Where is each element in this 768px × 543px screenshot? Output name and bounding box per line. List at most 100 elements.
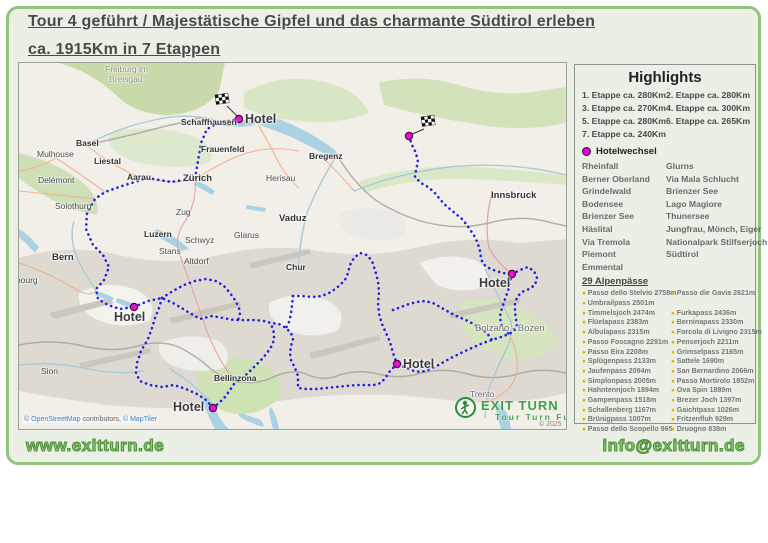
sights-list: Rheinfall Glurns Berner Oberland Via Mal… (582, 160, 748, 273)
pass-item: Furkapass 2436m (671, 309, 736, 319)
pass-item: Passo dello Scopello 965 (582, 425, 671, 435)
pass-item: Passo Foscagno 2291m (582, 338, 671, 348)
sight-row: Piemont Südtirol (582, 248, 748, 261)
etappe-row: 1. Etappe ca. 280Km 2. Etappe ca. 280Km (582, 89, 748, 102)
etappe-row: 3. Etappe ca. 270Km 4. Etappe ca. 300Km (582, 102, 748, 115)
sight-item: Jungfrau, Mönch, Eiger (666, 223, 762, 236)
logo-year: © 2025 (539, 421, 562, 428)
map-attribution: © OpenStreetMap contributors, © MapTiler (22, 416, 159, 423)
pass-item: Splügenpass 2133m (582, 357, 671, 367)
map-label-herisau: Herisau (266, 173, 295, 183)
tour-map: Freiburg im Breisgau Mulhouse Basel Lies… (18, 62, 567, 430)
etappe-item: 4. Etappe ca. 300Km (666, 102, 750, 115)
hotel-label: Hotel (173, 400, 204, 414)
sight-item: Brienzer See (666, 185, 718, 198)
attribution-text: contributors, (82, 416, 121, 423)
sight-item: Nationalpark Stilfserjoch (666, 236, 767, 249)
map-label-fribourg: Fribourg (18, 275, 38, 285)
pass-item: Simplonpass 2005m (582, 377, 671, 387)
sight-item: Rheinfall (582, 160, 666, 173)
sight-item: Emmental (582, 261, 666, 274)
pass-row: Passo dello Scopello 965 Druogno 838m (582, 425, 748, 435)
pass-item: Umbrailpass 2501m (582, 299, 671, 309)
highlights-panel: Highlights 1. Etappe ca. 280Km 2. Etappe… (574, 64, 756, 424)
pass-item: Flüelapass 2383m (582, 318, 671, 328)
map-label-bolzano: Bolzano - Bozen (475, 323, 545, 334)
pass-row: Hahntennjoch 1894m Ova Spin 1889m (582, 386, 748, 396)
pass-row: Timmelsjoch 2474m Furkapass 2436m (582, 309, 748, 319)
sight-item: Via Tremola (582, 236, 666, 249)
sight-item: Bodensee (582, 198, 666, 211)
pass-item: Hahntennjoch 1894m (582, 386, 671, 396)
pass-row: Simplonpass 2005m Passo Mortirolo 1852m (582, 377, 748, 387)
email-link[interactable]: info@exitturn.de (602, 436, 745, 456)
map-label-schaffhausen: Schaffhausen (181, 117, 237, 127)
etappe-item: 6. Etappe ca. 265Km (666, 115, 750, 128)
map-label-mulhouse: Mulhouse (37, 149, 74, 159)
sight-item: Brienzer See (582, 210, 666, 223)
map-label-breisgau: Breisgau (109, 74, 143, 84)
pass-item: Druogno 838m (671, 425, 726, 435)
passes-title: 29 Alpenpässe (582, 276, 748, 287)
map-graphic (19, 63, 566, 429)
pass-row: Splügenpass 2133m Sattele 1690m (582, 357, 748, 367)
map-label-innsbruck: Innsbruck (491, 190, 536, 201)
hotel-marker-icon (582, 147, 591, 156)
map-label-glarus: Glarus (234, 230, 259, 240)
pass-item: Jaufenpass 2094m (582, 367, 671, 377)
maptiler-link[interactable]: © MapTiler (123, 416, 157, 423)
exitturn-logo: EXIT TURN Tour Turn Fun © 2025 (455, 397, 567, 427)
exitturn-badge-icon (455, 397, 476, 418)
pass-row: Gampenpass 1518m Brezer Joch 1397m (582, 396, 748, 406)
pass-item: Timmelsjoch 2474m (582, 309, 671, 319)
pass-item: Forcola di Livigno 2315m (671, 328, 762, 338)
hotel-label: Hotel (403, 357, 434, 371)
pass-item: Passo Eira 2208m (582, 348, 671, 358)
sight-item: Häslital (582, 223, 666, 236)
etappe-item: 2. Etappe ca. 280Km (666, 89, 750, 102)
pass-item: San Bernardino 2066m (671, 367, 754, 377)
pass-item: Gampenpass 1518m (582, 396, 671, 406)
map-label-bern: Bern (52, 252, 74, 263)
map-label-frauenfeld: Frauenfeld (201, 144, 244, 154)
map-label-luzern: Luzern (144, 229, 172, 239)
etappe-item: 3. Etappe ca. 270Km (582, 102, 666, 115)
pass-row: Albulapass 2315m Forcola di Livigno 2315… (582, 328, 748, 338)
flyer-canvas: Tour 4 geführt / Majestätische Gipfel un… (0, 0, 768, 543)
map-label-altdorf: Altdorf (184, 256, 209, 266)
pass-row: Passo dello Stelvio 2758m Passo die Gavi… (582, 289, 748, 299)
pass-item: Ova Spin 1889m (671, 386, 732, 396)
hotel-label: Hotel (114, 310, 145, 324)
hotelwechsel-legend: Hotelwechsel (582, 145, 748, 157)
sight-row: Häslital Jungfrau, Mönch, Eiger (582, 223, 748, 236)
map-label-schwyz: Schwyz (185, 235, 214, 245)
pass-row: Brünigpass 1007m Fritzenfluh 929m (582, 415, 748, 425)
map-label-sion: Sion (41, 366, 58, 376)
sight-item: Südtirol (666, 248, 698, 261)
pass-row: Flüelapass 2383m Berninapass 2330m (582, 318, 748, 328)
page-title: Tour 4 geführt / Majestätische Gipfel un… (28, 13, 595, 31)
hotelwechsel-label: Hotelwechsel (596, 146, 657, 157)
website-link[interactable]: www.exitturn.de (26, 436, 164, 456)
pass-item: Fritzenfluh 929m (671, 415, 733, 425)
osm-link[interactable]: © OpenStreetMap (24, 416, 81, 423)
map-label-bregenz: Bregenz (309, 151, 343, 161)
pass-row: Passo Foscagno 2291m Penserjoch 2211m (582, 338, 748, 348)
pass-item: Sattele 1690m (671, 357, 724, 367)
etappen-list: 1. Etappe ca. 280Km 2. Etappe ca. 280Km … (582, 89, 748, 141)
pass-row: Passo Eira 2208m Grimselpass 2165m (582, 348, 748, 358)
pass-item: Berninapass 2330m (671, 318, 743, 328)
etappe-row: 7. Etappe ca. 240Km (582, 128, 748, 141)
map-label-chur: Chur (286, 262, 306, 272)
page-subtitle: ca. 1915Km in 7 Etappen (28, 41, 220, 59)
pass-item: Brünigpass 1007m (582, 415, 671, 425)
hotel-label: Hotel (245, 112, 276, 126)
pass-row: Jaufenpass 2094m San Bernardino 2066m (582, 367, 748, 377)
sight-row: Brienzer See Thunersee (582, 210, 748, 223)
etappe-item: 7. Etappe ca. 240Km (582, 128, 666, 141)
pass-item: Gaichtpass 1026m (671, 406, 739, 416)
pass-item: Albulapass 2315m (582, 328, 671, 338)
passes-list: Passo dello Stelvio 2758m Passo die Gavi… (582, 289, 748, 435)
sight-row: Rheinfall Glurns (582, 160, 748, 173)
terrain (19, 63, 566, 429)
